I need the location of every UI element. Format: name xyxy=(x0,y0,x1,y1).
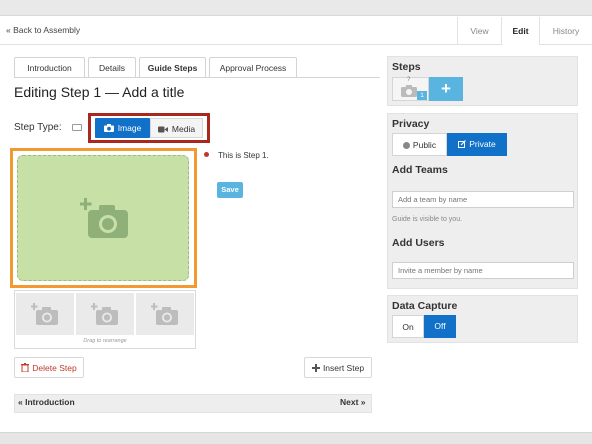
drag-hint: Drag to rearrange xyxy=(83,338,127,344)
image-type-button[interactable]: Image xyxy=(95,118,150,138)
tab-underline xyxy=(14,77,380,78)
team-name-input[interactable] xyxy=(392,191,574,208)
edit-icon xyxy=(458,134,467,156)
plus-icon xyxy=(311,359,320,379)
user-name-input[interactable] xyxy=(392,262,574,279)
camera-icon xyxy=(103,119,114,139)
tab-edit[interactable]: Edit xyxy=(501,17,539,45)
back-to-assembly-link[interactable]: « Back to Assembly xyxy=(6,25,80,35)
thumbnail-slot-1[interactable] xyxy=(16,293,74,335)
window-top-strip xyxy=(0,0,592,16)
media-type-button[interactable]: Media xyxy=(150,118,203,138)
tab-introduction[interactable]: Introduction xyxy=(14,57,85,77)
window-bottom-strip xyxy=(0,432,592,444)
keyboard-icon xyxy=(72,124,82,131)
visibility-note: Guide is visible to you. xyxy=(392,216,463,223)
tab-details[interactable]: Details xyxy=(88,57,136,77)
main-image-dropzone[interactable] xyxy=(17,155,189,281)
step-thumb-mark: ? xyxy=(407,77,411,83)
delete-step-label: Delete Step xyxy=(32,363,77,373)
step-bullet-text[interactable]: This is Step 1. xyxy=(218,151,269,160)
data-capture-on-button[interactable]: On xyxy=(392,315,424,338)
step-thumbnail[interactable]: ? 1 xyxy=(392,77,429,101)
thumbnail-slot-3[interactable] xyxy=(136,293,194,335)
add-photo-icon xyxy=(79,196,130,242)
thumbnail-slot-2[interactable] xyxy=(76,293,134,335)
insert-step-button[interactable]: Insert Step xyxy=(304,357,372,378)
add-step-button[interactable]: + xyxy=(429,77,463,101)
media-type-label: Media xyxy=(171,124,196,134)
tab-guide-steps[interactable]: Guide Steps xyxy=(139,57,206,78)
steps-title: Steps xyxy=(392,61,421,73)
data-capture-title: Data Capture xyxy=(392,300,458,312)
image-type-label: Image xyxy=(117,123,142,133)
private-button[interactable]: Private xyxy=(447,133,507,156)
add-photo-icon xyxy=(31,303,58,325)
video-icon xyxy=(157,120,168,140)
page-title: Editing Step 1 — Add a title xyxy=(14,84,185,100)
add-photo-icon xyxy=(151,303,178,325)
step-number-badge: 1 xyxy=(417,91,427,100)
private-label: Private xyxy=(469,139,496,149)
add-users-title: Add Users xyxy=(392,237,445,249)
privacy-title: Privacy xyxy=(392,118,430,130)
step-type-label: Step Type: xyxy=(14,122,62,133)
data-capture-off-button[interactable]: Off xyxy=(424,315,456,338)
tab-approval-process[interactable]: Approval Process xyxy=(209,57,297,77)
tab-view[interactable]: View xyxy=(457,17,501,45)
camera-icon xyxy=(401,85,417,97)
bullet-dot xyxy=(204,152,209,157)
globe-icon xyxy=(402,142,410,150)
public-button[interactable]: Public xyxy=(392,133,447,156)
prev-link[interactable]: « Introduction xyxy=(18,397,75,407)
next-link[interactable]: Next » xyxy=(340,397,366,407)
save-button[interactable]: Save xyxy=(217,182,243,198)
tab-history[interactable]: History xyxy=(539,17,592,45)
trash-icon xyxy=(21,359,30,379)
add-photo-icon xyxy=(91,303,118,325)
insert-step-label: Insert Step xyxy=(322,363,365,373)
public-label: Public xyxy=(412,140,437,150)
add-teams-title: Add Teams xyxy=(392,164,448,176)
delete-step-button[interactable]: Delete Step xyxy=(14,357,84,378)
